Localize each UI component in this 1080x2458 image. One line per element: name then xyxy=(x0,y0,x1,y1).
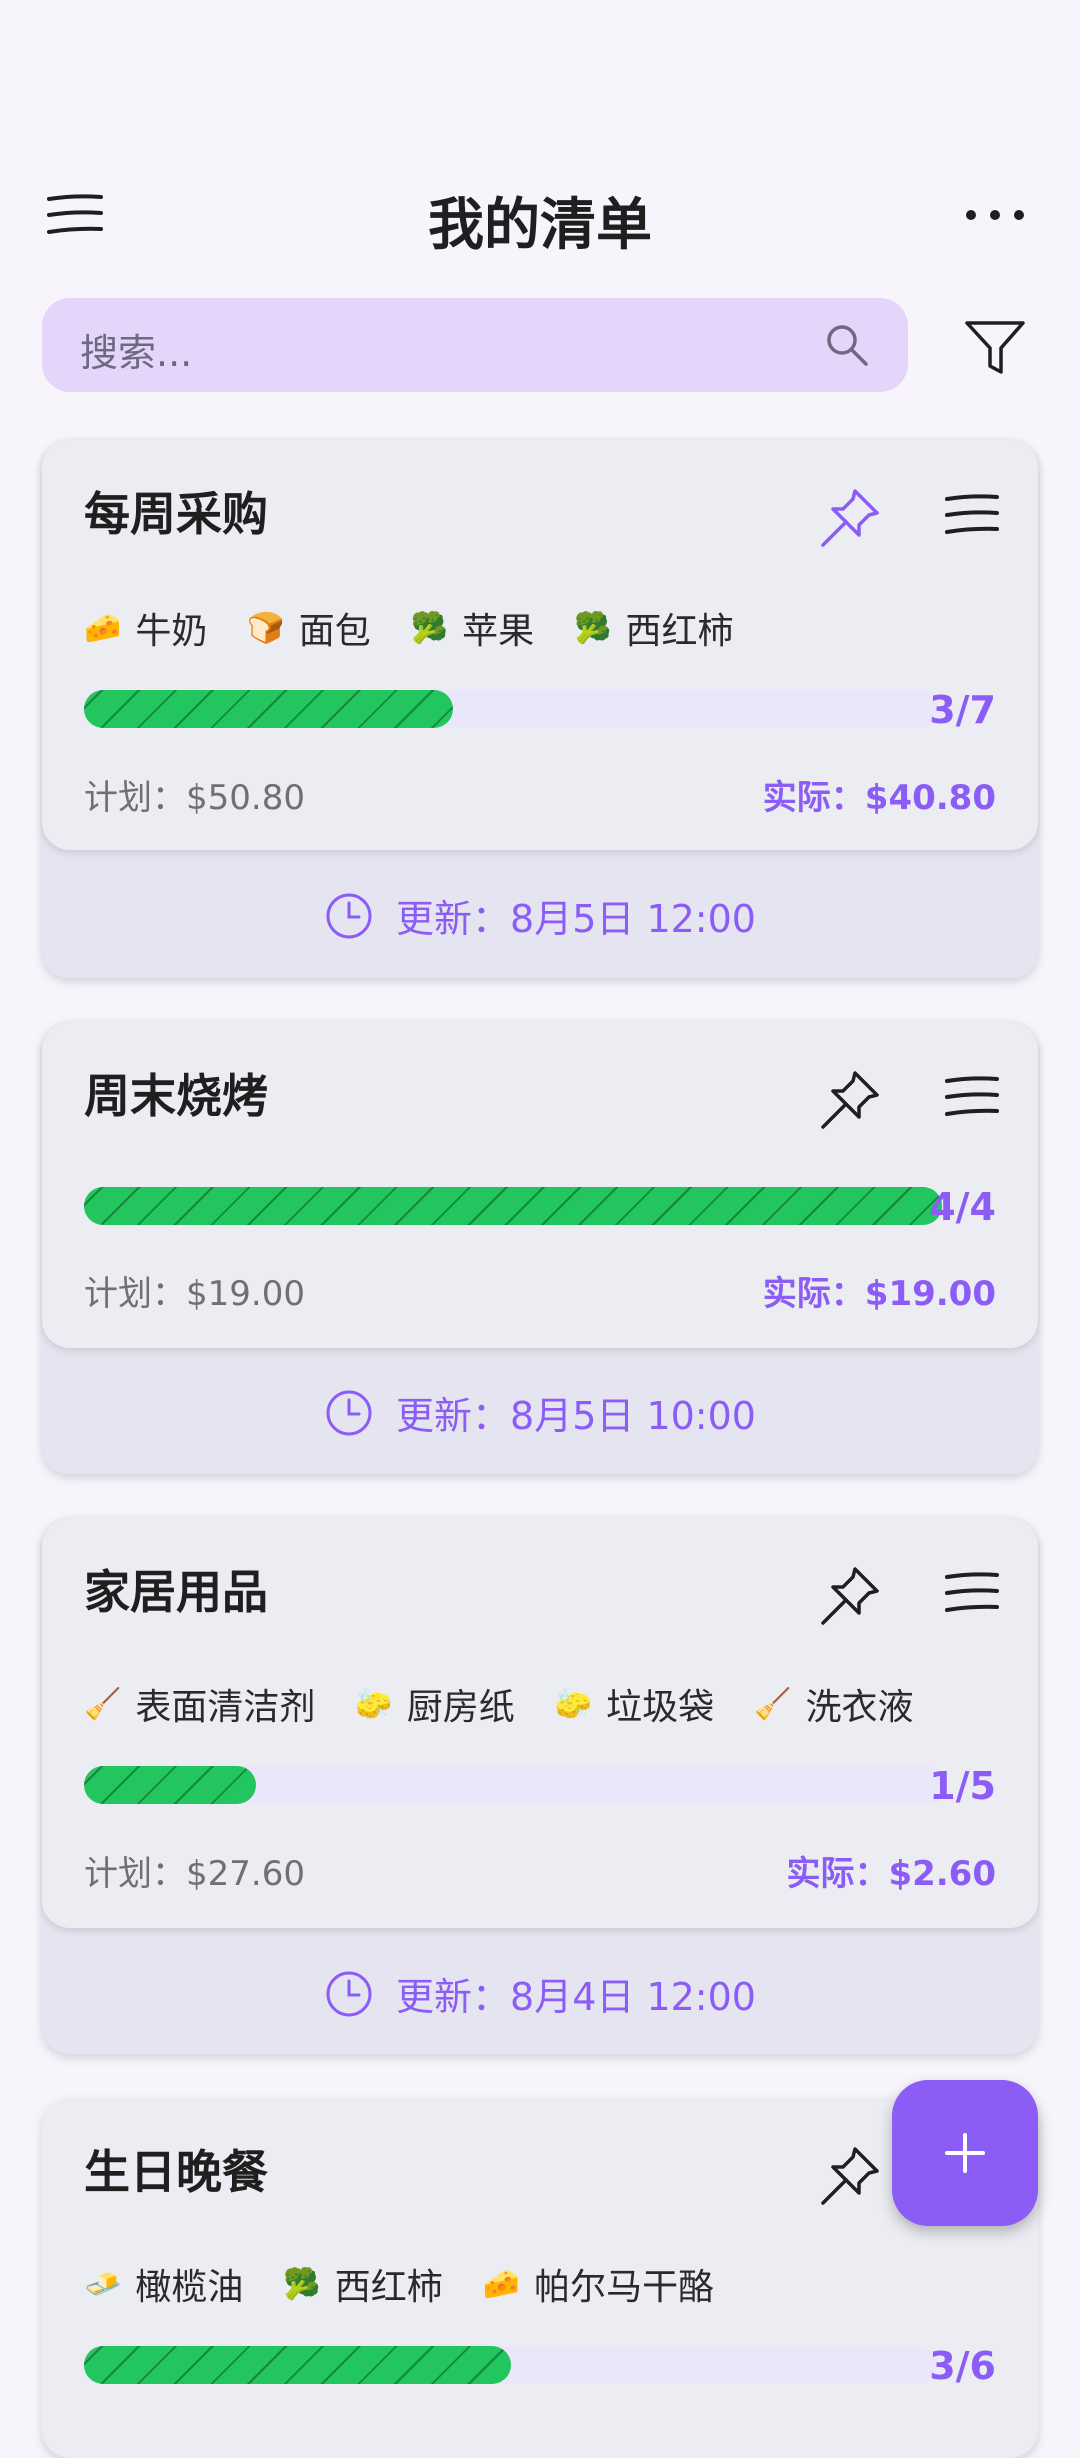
item-name: 厨房纸 xyxy=(406,1687,515,1728)
updated-label: 更新：8月5日 10:00 xyxy=(396,1394,756,1438)
clock-icon xyxy=(326,1971,372,2016)
broccoli-icon: 🥦 xyxy=(410,610,449,646)
item-chips: 🧀 牛奶 🍞 面包 🥦 苹果 🥦 西红柿 xyxy=(84,602,734,654)
planned-cost: 计划：$27.60 xyxy=(84,1854,305,1894)
search-placeholder: 搜索... xyxy=(80,331,193,375)
updated-time: 更新：8月5日 12:00 xyxy=(42,888,1038,943)
pin-icon[interactable] xyxy=(812,480,888,556)
progress-count: 1/5 xyxy=(929,1764,996,1808)
search-input[interactable]: 搜索... xyxy=(42,298,908,392)
item-chips: 🧈 橄榄油 🥦 西红柿 🧀 帕尔马干酪 xyxy=(84,2258,714,2310)
broom-icon: 🧹 xyxy=(754,1686,792,1722)
progress-bar xyxy=(84,2346,938,2384)
list-item: 🥦 西红柿 xyxy=(283,2258,442,2310)
cheese-icon: 🧀 xyxy=(482,2266,521,2302)
clock-icon xyxy=(326,1390,372,1435)
item-name: 牛奶 xyxy=(135,611,208,652)
drag-handle-icon[interactable] xyxy=(937,485,1007,545)
list-title: 每周采购 xyxy=(84,487,268,541)
list-card-content: 每周采购 🧀 牛奶 🍞 面包 🥦 苹果 🥦 西红柿 3/7 计划：$50.80 … xyxy=(42,440,1038,850)
progress-fill xyxy=(84,690,453,728)
page-title: 我的清单 xyxy=(428,193,652,258)
list-card[interactable]: 生日晚餐 🧈 橄榄油 🥦 西红柿 🧀 帕尔马干酪 3/6 xyxy=(42,2098,1038,2458)
list-title: 家居用品 xyxy=(84,1565,268,1619)
list-card-content: 家居用品 🧹 表面清洁剂 🧽 厨房纸 🧽 垃圾袋 🧹 洗衣液 1/5 计划：$2… xyxy=(42,1518,1038,1928)
progress-bar xyxy=(84,1766,946,1804)
broccoli-icon: 🥦 xyxy=(283,2266,321,2302)
list-card-content: 周末烧烤 4/4 计划：$19.00 实际：$19.00 xyxy=(42,1022,1038,1348)
item-name: 西红柿 xyxy=(625,611,734,652)
progress-bar xyxy=(84,690,942,728)
item-name: 帕尔马干酪 xyxy=(534,2267,715,2308)
more-options-icon[interactable] xyxy=(960,190,1030,240)
list-card[interactable]: 周末烧烤 4/4 计划：$19.00 实际：$19.00 更新：8月5日 10:… xyxy=(42,1022,1038,1474)
clock-icon xyxy=(326,893,372,938)
updated-label: 更新：8月5日 12:00 xyxy=(396,897,756,941)
list-title: 周末烧烤 xyxy=(84,1069,268,1123)
progress-count: 4/4 xyxy=(929,1185,996,1229)
progress-fill xyxy=(84,1187,942,1225)
list-item: 🥦 苹果 xyxy=(411,602,534,654)
item-name: 表面清洁剂 xyxy=(135,1687,316,1728)
progress-fill xyxy=(84,1766,257,1804)
plus-icon xyxy=(945,2133,985,2173)
list-item: 🧹 表面清洁剂 xyxy=(84,1678,315,1730)
updated-time: 更新：8月5日 10:00 xyxy=(42,1385,1038,1440)
item-name: 橄榄油 xyxy=(135,2267,244,2308)
list-title: 生日晚餐 xyxy=(84,2145,268,2199)
progress-fill xyxy=(84,2346,511,2384)
actual-cost: 实际：$2.60 xyxy=(786,1854,996,1894)
updated-time: 更新：8月4日 12:00 xyxy=(42,1966,1038,2021)
planned-cost: 计划：$50.80 xyxy=(84,778,305,818)
pin-icon[interactable] xyxy=(812,1558,888,1634)
list-item: 🧽 垃圾袋 xyxy=(555,1678,714,1730)
list-card[interactable]: 家居用品 🧹 表面清洁剂 🧽 厨房纸 🧽 垃圾袋 🧹 洗衣液 1/5 计划：$2… xyxy=(42,1518,1038,2054)
list-item: 🧀 牛奶 xyxy=(84,602,207,654)
actual-cost: 实际：$40.80 xyxy=(762,778,996,818)
progress-count: 3/6 xyxy=(929,2344,996,2388)
pin-icon[interactable] xyxy=(812,2138,888,2214)
item-name: 面包 xyxy=(298,611,371,652)
bread-icon: 🍞 xyxy=(247,610,285,646)
cheese-icon: 🧀 xyxy=(84,610,122,646)
add-list-button[interactable] xyxy=(892,2080,1038,2226)
list-card[interactable]: 每周采购 🧀 牛奶 🍞 面包 🥦 苹果 🥦 西红柿 3/7 计划：$50.80 … xyxy=(42,440,1038,978)
list-item: 🍞 面包 xyxy=(247,602,370,654)
pin-icon[interactable] xyxy=(812,1062,888,1138)
item-chips: 🧹 表面清洁剂 🧽 厨房纸 🧽 垃圾袋 🧹 洗衣液 xyxy=(84,1678,914,1730)
butter-icon: 🧈 xyxy=(84,2266,122,2302)
item-name: 西红柿 xyxy=(334,2267,443,2308)
broccoli-icon: 🥦 xyxy=(574,610,612,646)
list-item: 🧀 帕尔马干酪 xyxy=(483,2258,714,2310)
search-icon[interactable] xyxy=(822,320,872,370)
list-item: 🧈 橄榄油 xyxy=(84,2258,243,2310)
app-bar: 我的清单 xyxy=(0,150,1080,280)
progress-bar xyxy=(84,1187,942,1225)
actual-cost: 实际：$19.00 xyxy=(762,1274,996,1314)
list-item: 🧽 厨房纸 xyxy=(355,1678,514,1730)
planned-cost: 计划：$19.00 xyxy=(84,1274,305,1314)
broom-icon: 🧹 xyxy=(84,1686,122,1722)
sponge-icon: 🧽 xyxy=(554,1686,593,1722)
drag-handle-icon[interactable] xyxy=(937,1067,1007,1127)
item-name: 苹果 xyxy=(462,611,535,652)
sponge-icon: 🧽 xyxy=(355,1686,393,1722)
item-name: 洗衣液 xyxy=(805,1687,914,1728)
progress-count: 3/7 xyxy=(929,688,996,732)
list-item: 🥦 西红柿 xyxy=(574,602,733,654)
item-name: 垃圾袋 xyxy=(606,1687,715,1728)
drag-handle-icon[interactable] xyxy=(937,1563,1007,1623)
updated-label: 更新：8月4日 12:00 xyxy=(396,1975,756,2019)
filter-icon[interactable] xyxy=(955,310,1035,386)
list-item: 🧹 洗衣液 xyxy=(754,1678,913,1730)
